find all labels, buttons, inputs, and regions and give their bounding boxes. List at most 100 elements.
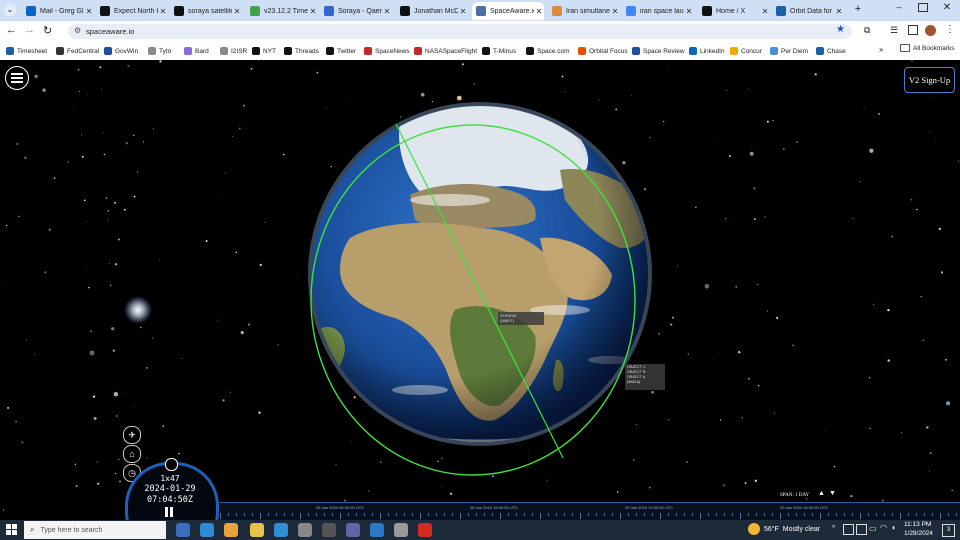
profile-avatar[interactable] [925, 25, 936, 36]
file-explorer-icon[interactable] [250, 523, 264, 537]
browser-tab[interactable]: soraya satellite ✕ [170, 2, 242, 20]
tab-close-icon[interactable]: ✕ [382, 7, 392, 16]
browser-tab[interactable]: iran space laun ✕ [622, 2, 694, 20]
clock-time[interactable]: 11:13 PM [904, 521, 931, 528]
reload-button[interactable]: ↻ [43, 24, 52, 37]
bookmark-item[interactable]: Bard [184, 45, 209, 57]
browser-tab[interactable]: Iran simultane ✕ [548, 2, 620, 20]
bookmark-item[interactable]: Chase [816, 45, 846, 57]
satellite-label[interactable]: SORAYA (58817) [498, 312, 544, 325]
satellite-control-button[interactable]: ✈ [123, 426, 141, 444]
settings-icon[interactable] [298, 523, 312, 537]
tray-overflow-icon[interactable]: ^ [832, 525, 835, 532]
snipping-tool-icon[interactable] [200, 523, 214, 537]
bookmark-item[interactable]: SpaceNews [364, 45, 410, 57]
photos-icon[interactable] [370, 523, 384, 537]
browser-tab[interactable]: Home / X ✕ [698, 2, 770, 20]
back-button[interactable]: ← [6, 24, 17, 36]
chrome-menu-icon[interactable]: ⋮ [945, 24, 955, 35]
acrobat-icon[interactable] [418, 523, 432, 537]
time-dial-knob[interactable] [165, 458, 178, 471]
all-bookmarks-folder[interactable]: All Bookmarks [900, 44, 955, 52]
bookmark-item[interactable]: FedCentral [56, 45, 99, 57]
tab-close-icon[interactable]: ✕ [84, 7, 94, 16]
bookmark-star-icon[interactable]: ★ [836, 24, 845, 35]
calculator-icon[interactable] [322, 523, 336, 537]
bookmark-item[interactable]: LinkedIn [689, 45, 725, 57]
volume-icon[interactable]: ◖ [891, 523, 896, 532]
browser-tab[interactable]: Orbit Data for ✕ [772, 2, 844, 20]
tab-close-icon[interactable]: ✕ [158, 7, 168, 16]
bookmark-item[interactable]: NYT [252, 45, 276, 57]
search-icon: ⌕ [30, 525, 35, 534]
v2-signup-button[interactable]: V2 Sign-Up [904, 67, 955, 93]
bookmark-item[interactable]: GovWin [104, 45, 138, 57]
start-button[interactable] [6, 524, 18, 536]
bookmark-item[interactable]: Space Review [632, 45, 685, 57]
edge-icon[interactable] [274, 523, 288, 537]
notification-badge[interactable]: 3 [942, 524, 955, 537]
globe-viewport[interactable]: V2 Sign-Up SORAYA (58817) OBJECT C OBJEC… [0, 60, 960, 520]
bookmark-item[interactable]: Per Diem [770, 45, 808, 57]
bookmark-item[interactable]: Threads [284, 45, 319, 57]
tab-search-button[interactable]: ⌄ [4, 4, 16, 16]
task-view-icon[interactable] [176, 523, 190, 537]
tab-close-icon[interactable]: ✕ [834, 7, 844, 16]
star [805, 498, 808, 500]
tray-monitor-icon[interactable] [856, 524, 867, 535]
weather-icon[interactable] [748, 523, 760, 535]
teams-icon[interactable] [346, 523, 360, 537]
home-button[interactable]: ⌂ [123, 445, 141, 463]
extensions-icon[interactable]: ⧉ [864, 25, 870, 36]
site-info-icon[interactable]: ⚙ [74, 26, 81, 35]
span-down-button[interactable]: ▼ [829, 490, 836, 497]
tab-close-icon[interactable]: ✕ [308, 7, 318, 16]
pause-button[interactable] [164, 507, 174, 517]
wifi-icon[interactable]: ◠ [880, 523, 887, 532]
tab-close-icon[interactable]: ✕ [458, 7, 468, 16]
forward-button[interactable]: → [24, 24, 35, 36]
bookmark-item[interactable]: Space.com [526, 45, 570, 57]
taskbar-search-box[interactable]: ⌕ Type here to search [24, 521, 166, 539]
address-bar[interactable]: ⚙ spaceaware.io ★ [68, 24, 852, 39]
browser-tab[interactable]: Mail - Greg Gl ✕ [22, 2, 94, 20]
browser-tab[interactable]: SpaceAware.io ✕ [472, 2, 544, 20]
hamburger-menu-button[interactable] [5, 66, 29, 90]
tab-close-icon[interactable]: ✕ [684, 7, 694, 16]
minimize-button[interactable]: – [893, 2, 905, 12]
span-up-button[interactable]: ▲ [818, 490, 825, 497]
tab-close-icon[interactable]: ✕ [760, 7, 770, 16]
network-icon[interactable]: ▭ [869, 524, 877, 533]
bookmark-item[interactable]: Orbital Focus [578, 45, 628, 57]
star [113, 201, 117, 205]
tab-close-icon[interactable]: ✕ [610, 7, 620, 16]
side-panel-icon[interactable] [908, 25, 918, 35]
browser-tab[interactable]: Expect North K ✕ [96, 2, 168, 20]
objects-label[interactable]: OBJECT C OBJECT B OBJECT A (58818) [625, 364, 665, 390]
tray-app-icon[interactable] [843, 524, 854, 535]
bookmark-item[interactable]: NASASpaceFlight [414, 45, 477, 57]
browser-tab[interactable]: Jonathan McD ✕ [396, 2, 468, 20]
bookmark-item[interactable]: Timesheet [6, 45, 47, 57]
maximize-button[interactable] [918, 3, 928, 12]
timeline[interactable]: 28 Jan 2024 06:00:00 UTC 28 Jan 2024 18:0… [220, 502, 960, 520]
menu-list-icon[interactable]: ☰ [890, 25, 898, 36]
space-scene[interactable] [0, 60, 960, 520]
bookmarks-overflow-icon[interactable]: » [879, 45, 883, 54]
bookmark-item[interactable]: Twitter [326, 45, 356, 57]
new-tab-button[interactable]: + [852, 3, 864, 17]
bookmark-item[interactable]: I2ISR [220, 45, 247, 57]
bookmark-item[interactable]: T-Minus [482, 45, 516, 57]
bookmark-item[interactable]: Concur [730, 45, 762, 57]
messenger-icon[interactable] [394, 523, 408, 537]
tab-close-icon[interactable]: ✕ [534, 7, 544, 16]
chrome-icon[interactable] [224, 523, 238, 537]
star [42, 88, 46, 92]
browser-tab[interactable]: v23.12.2 Time ✕ [246, 2, 318, 20]
clock-date[interactable]: 1/28/2024 [904, 530, 933, 537]
weather-text[interactable]: 56°F Mostly clear [764, 526, 820, 533]
close-window-button[interactable]: ✕ [941, 2, 953, 13]
browser-tab[interactable]: Soraya - Qaem ✕ [320, 2, 392, 20]
bookmark-item[interactable]: Tyto [148, 45, 171, 57]
tab-close-icon[interactable]: ✕ [232, 7, 242, 16]
